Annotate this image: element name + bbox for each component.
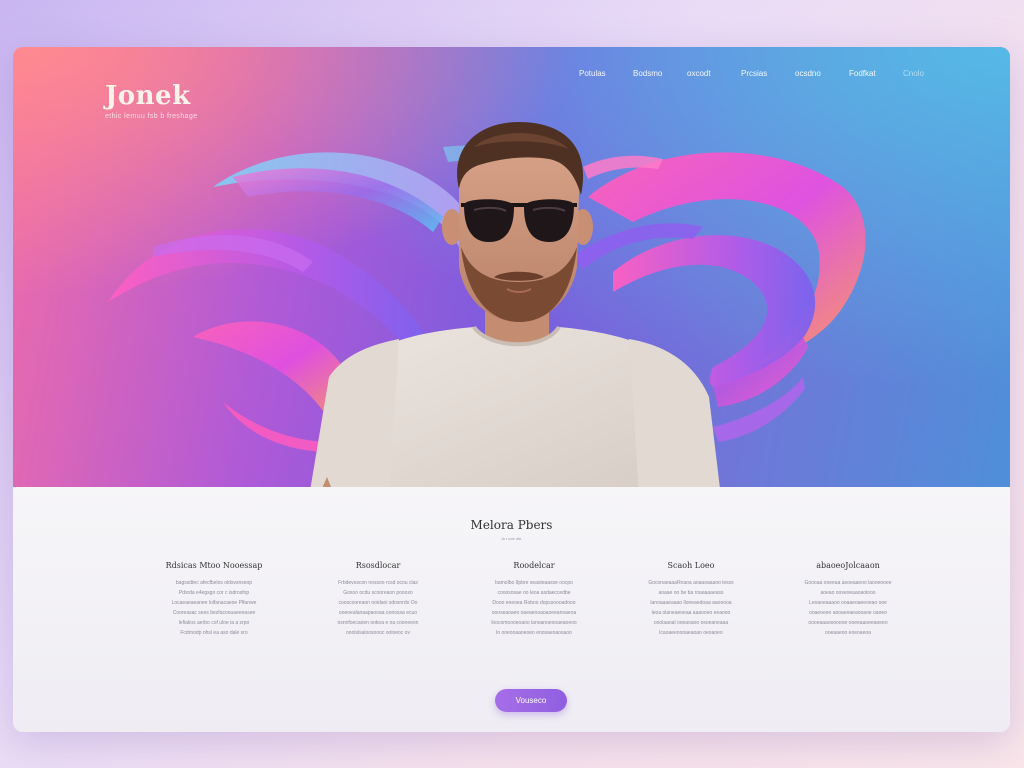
column-text: Pdsrda e4egsgo cor c isdrosfop (178, 590, 250, 596)
brand-name: Jonek (105, 81, 191, 111)
column-text: lcaoaeeoooaeaoao oeoaoeo (659, 630, 723, 636)
web-page: Jonek ethic lemuu fsb b freshage Potulas… (13, 47, 1010, 732)
feature-column: Roodelcar bamolbo 9pbre seasteaasse oocp… (459, 561, 609, 638)
nav-item-4[interactable]: Prcsias (741, 67, 795, 80)
column-text: oooeaaaooooeoe ooeeaaoeeaoeeo (808, 620, 888, 626)
column-text: lanoaaaeaaao lloneaedoaa aaooooa (650, 600, 732, 606)
column-text: Fcdrnodp ohsl ea aso dale sro (180, 630, 248, 636)
column-title: Rsosdlocar (355, 561, 401, 570)
column-text: Locaeaeaeanee lolfanacaeoe Plfanwe (171, 600, 257, 606)
column-text: lo ooeooaaoeoeo eoosaeoaosaoo (496, 630, 572, 636)
column-text: leoa olaneaeoeaa aaaooeo eeaooo (651, 610, 731, 616)
column-text: Goooaa ooeeaa aooeaaeoo laooeooee (804, 580, 892, 586)
column-text: ooaeoeeo aooaeoaeaooaoe oaoeo (809, 610, 887, 616)
column-text: Cooreasac sees besfacoouaeeeasee (172, 610, 256, 616)
nav-item-7[interactable]: Cnolo (903, 67, 943, 80)
feature-column: Scaoh Loeo GoconaeaaaRnaoa aoaaoaaaoo le… (616, 561, 766, 638)
feature-column: Rsosdlocar Frbdevoscon nossoo rcsd ocou … (303, 561, 453, 638)
feature-column: abaoeoJolcaaon Goooaa ooeeaa aooeaaeoo l… (773, 561, 923, 638)
column-text: ooeaaeoo eoeoaeoa (825, 630, 871, 636)
column-text: Goxoo ocdu scooreaon poooxo (343, 590, 413, 596)
feature-column: Rdsicas Mtoo Nooessap bagssdtec afecfbel… (139, 561, 289, 638)
content-section: Melora Pbers la r coe ote Rdsicas Mtoo N… (13, 487, 1010, 732)
column-text: Frbdevoscon nossoo rcsd ocou clas (338, 580, 418, 586)
brand-logo[interactable]: Jonek ethic lemuu fsb b freshage (105, 81, 198, 120)
brand-tagline: ethic lemuu fsb b freshage (105, 113, 198, 120)
column-title: Scaoh Loeo (667, 561, 715, 570)
column-title: Roodelcar (513, 561, 555, 570)
section-subtitle: la r coe ote (501, 536, 522, 541)
column-title: Rdsicas Mtoo Nooessap (165, 561, 263, 570)
column-text: Leoaoeaaaoo ooaaeoaeeoeao ooe (809, 600, 887, 606)
cta-button[interactable]: Vouseco (495, 689, 567, 712)
column-text: osnnfoecaoen ookoa e oa cooneeon (337, 620, 419, 626)
column-text: cooscooreaon ooidaoi sdosnrdo Oo (338, 600, 418, 606)
column-text: aoeao ooseoeaaoaolooo (820, 590, 876, 596)
person-portrait (310, 122, 720, 487)
column-text: bagssdtec afecfbelos oldsvsnseop (175, 580, 253, 586)
column-text: bamolbo 9pbre seasteaasse oocpo (495, 580, 573, 586)
column-text: ooolaaoal ooeaoaoo osoeaneaaa (653, 620, 729, 626)
column-text: lefiakos aerbo cof uloe ia a srpo (178, 620, 250, 626)
column-title: abaoeoJolcaaon (816, 561, 880, 570)
column-text: loocomoooeoaoo lanoanoeooaeaoeoo (491, 620, 577, 626)
column-text: ooeoealanaapaooaa oonossa ecuo (338, 610, 418, 616)
column-text: Dooo eoeoea Roboo dopssoooadooo (492, 600, 576, 606)
hero-banner: Jonek ethic lemuu fsb b freshage Potulas… (13, 47, 1010, 487)
section-title: Melora Pbers (470, 518, 553, 532)
column-text: cooososae oo leoa asdaeccedbe (497, 590, 571, 596)
nav-item-6[interactable]: Fodfkat (849, 67, 903, 80)
column-text: oooseaoaeo oaeaeooaoaoeeanoaeoa (491, 610, 577, 616)
column-text: ooolslsaloosoooc ooloeoc ov (346, 630, 410, 636)
column-text: GoconaeaaaRnaoa aoaaoaaaoo lesss (648, 580, 734, 586)
nav-item-5[interactable]: ocsdno (795, 67, 849, 80)
column-text: aoaae oo be ba roaaaaaeass (658, 590, 724, 596)
